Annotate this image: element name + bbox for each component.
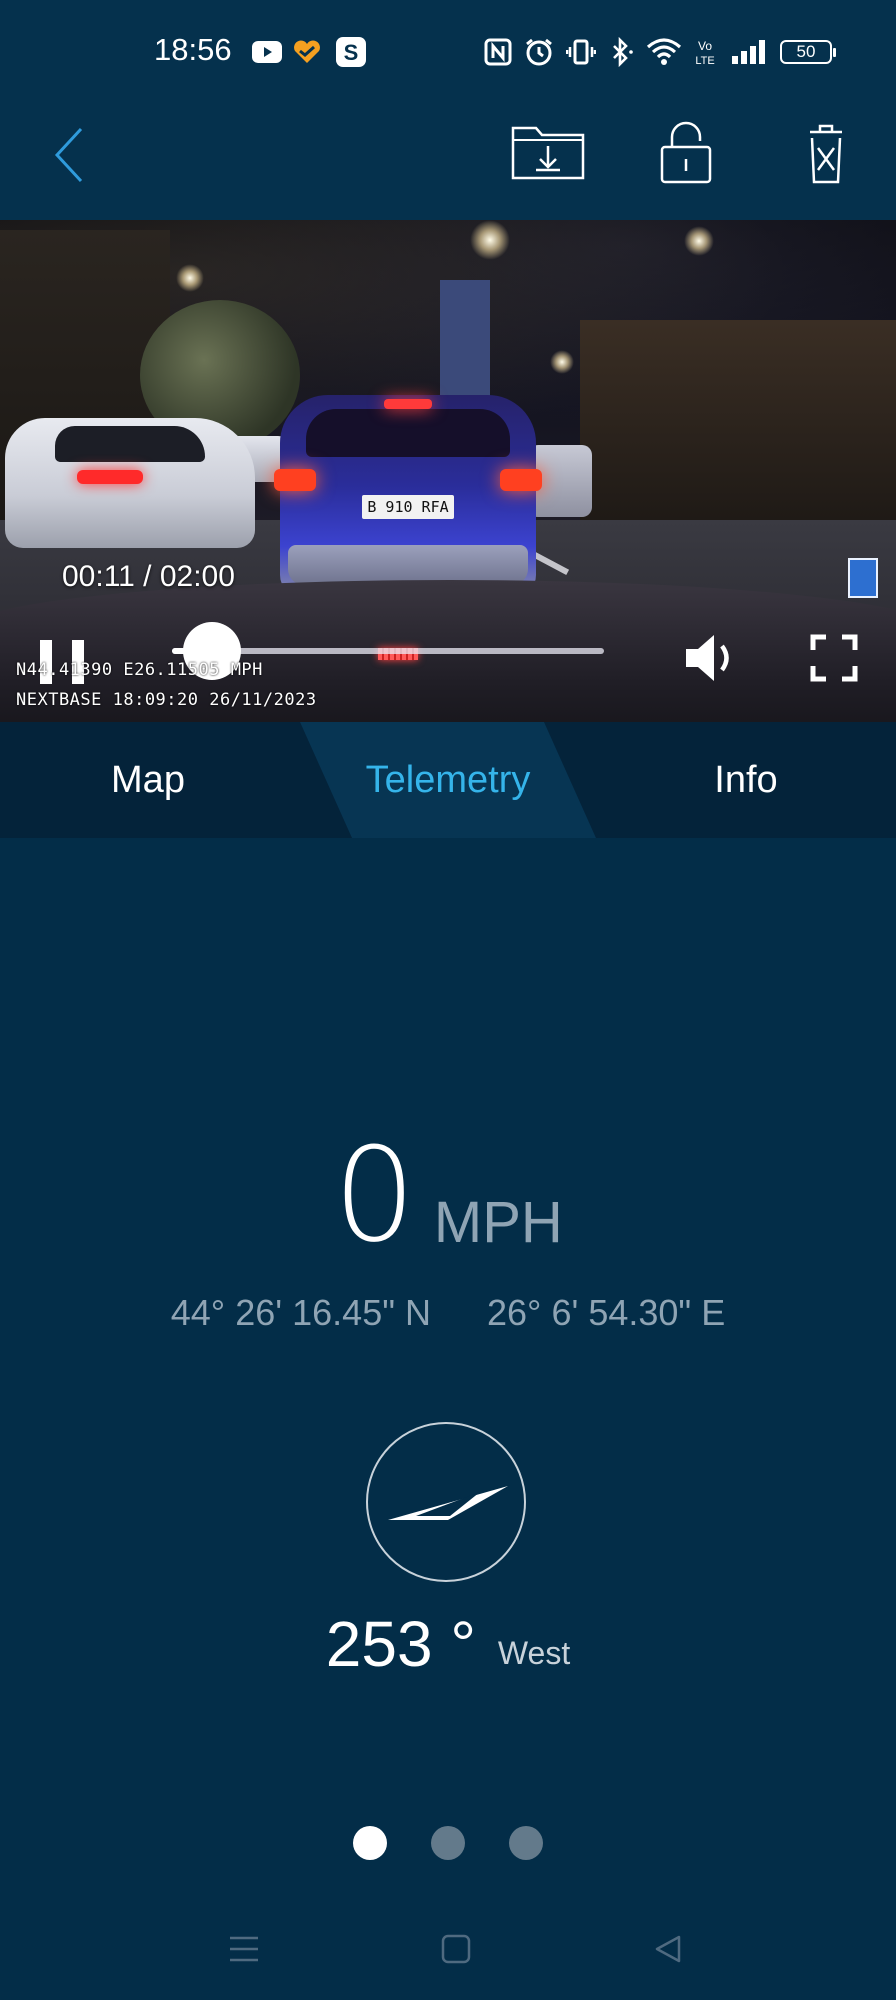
video-time-label: 00:11 / 02:00: [62, 560, 235, 593]
home-icon[interactable]: [440, 1932, 472, 1966]
trash-icon[interactable]: [800, 116, 852, 190]
osd-gps-text: N44.41390 E26.11505 MPH: [16, 660, 263, 680]
heading-direction: West: [497, 1635, 571, 1671]
tab-map[interactable]: Map: [30, 722, 266, 838]
volume-icon[interactable]: [680, 626, 744, 690]
car-window: [55, 426, 205, 462]
video-street-lamp: [684, 226, 714, 256]
volte-icon: Vo LTE: [692, 36, 718, 68]
heading-readout: 253 ° West: [0, 1612, 896, 1676]
fullscreen-icon[interactable]: [806, 630, 862, 686]
pager-dot-2[interactable]: [431, 1826, 465, 1860]
signal-icon: [730, 36, 768, 68]
alarm-icon: [524, 36, 554, 68]
longitude-value: 26° 6' 54.30" E: [487, 1292, 726, 1333]
car-bumper: [288, 545, 528, 585]
video-car-main: B 910 RFA: [274, 395, 542, 597]
video-road-sign: [848, 558, 878, 598]
car-taillight: [500, 469, 542, 491]
car-window: [306, 409, 510, 457]
youtube-icon: [252, 36, 282, 68]
compass-needle-icon: [388, 1486, 508, 1520]
tab-bar: Map Telemetry Info: [0, 722, 896, 838]
latitude-value: 44° 26' 16.45" N: [170, 1292, 431, 1333]
license-plate: B 910 RFA: [362, 495, 454, 519]
back-icon[interactable]: [44, 120, 94, 190]
pager-dot-1[interactable]: [353, 1826, 387, 1860]
tab-telemetry[interactable]: Telemetry: [330, 722, 566, 838]
car-taillight: [77, 470, 143, 484]
status-time: 18:56: [154, 32, 232, 67]
video-street-lamp: [176, 264, 204, 292]
lock-icon[interactable]: [656, 114, 716, 190]
gps-coordinates: 44° 26' 16.45" N 26° 6' 54.30" E: [0, 1292, 896, 1334]
video-car-white: [5, 418, 255, 548]
svg-text:S: S: [344, 40, 359, 65]
download-folder-icon[interactable]: [508, 116, 588, 186]
car-stoplight: [384, 399, 432, 409]
tab-info[interactable]: Info: [626, 722, 866, 838]
heart-app-icon: [292, 36, 322, 68]
pager-dot-3[interactable]: [509, 1826, 543, 1860]
svg-text:Vo: Vo: [698, 39, 712, 53]
pager-dots: [0, 1826, 896, 1860]
osd-timestamp-text: NEXTBASE 18:09:20 26/11/2023: [16, 690, 317, 710]
video-player[interactable]: B 910 RFA 00:11 / 02:00 N44.41390 E26.11…: [0, 220, 896, 722]
header-toolbar: [0, 100, 896, 220]
video-building: [580, 320, 896, 520]
speed-value: 0: [333, 1119, 416, 1271]
back-triangle-icon[interactable]: [652, 1932, 684, 1966]
battery-icon: 50: [780, 40, 836, 64]
car-taillight: [274, 469, 316, 491]
video-street-lamp: [470, 220, 510, 260]
svg-text:LTE: LTE: [695, 55, 714, 67]
status-bar: 18:56 S Vo LTE 50: [0, 0, 896, 100]
vibrate-icon: [566, 36, 596, 68]
speed-readout: 0 MPH: [0, 1130, 896, 1260]
wifi-icon: [646, 36, 682, 68]
bluetooth-icon: [606, 36, 636, 68]
s-app-icon: S: [336, 36, 366, 68]
menu-icon[interactable]: [226, 1932, 262, 1966]
heading-value: 253 °: [325, 1608, 476, 1680]
speed-unit: MPH: [433, 1190, 563, 1255]
nfc-icon: [484, 36, 512, 68]
system-nav-bar: [0, 1900, 896, 2000]
battery-level: 50: [796, 42, 816, 61]
video-street-lamp: [550, 350, 574, 374]
compass: [366, 1422, 526, 1582]
